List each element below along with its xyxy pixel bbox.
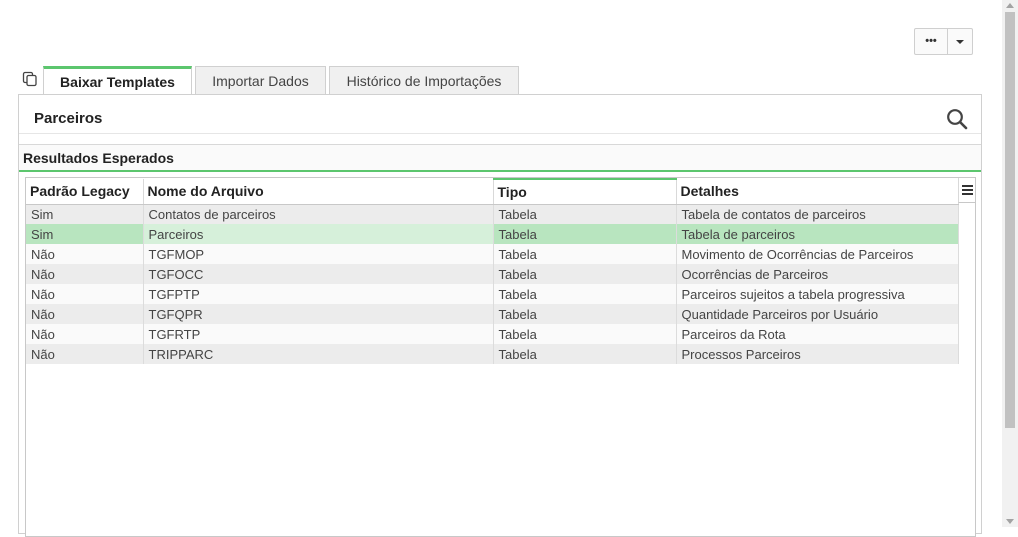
cell-nome-arquivo: TGFQPR [143,304,494,324]
table-row[interactable]: Não TGFRTP Tabela Parceiros da Rota [26,324,959,344]
cell-nome-arquivo: Parceiros [143,224,494,244]
cell-tipo: Tabela [493,344,677,364]
cell-tipo: Tabela [493,284,677,304]
cell-nome-arquivo: TGFOCC [143,264,494,284]
cell-padrao-legacy: Sim [26,224,144,244]
column-header-nome-arquivo[interactable]: Nome do Arquivo [143,179,494,205]
vertical-scrollbar[interactable] [1002,0,1018,527]
table-row[interactable]: Sim Contatos de parceiros Tabela Tabela … [26,204,959,224]
cell-tipo: Tabela [493,244,677,264]
cell-detalhes: Movimento de Ocorrências de Parceiros [676,244,959,264]
cell-tipo: Tabela [493,224,677,244]
table-row[interactable]: Não TGFPTP Tabela Parceiros sujeitos a t… [26,284,959,304]
section-header: Resultados Esperados [19,144,981,172]
cell-nome-arquivo: Contatos de parceiros [143,204,494,224]
tab-importar-dados[interactable]: Importar Dados [195,66,326,94]
table-row[interactable]: Não TGFMOP Tabela Movimento de Ocorrênci… [26,244,959,264]
scrollbar-thumb[interactable] [1005,12,1015,428]
section-title: Resultados Esperados [23,150,174,166]
table-row[interactable]: Não TGFQPR Tabela Quantidade Parceiros p… [26,304,959,324]
ellipsis-icon: ••• [925,35,937,47]
cell-detalhes: Parceiros sujeitos a tabela progressiva [676,284,959,304]
cell-detalhes: Quantidade Parceiros por Usuário [676,304,959,324]
cell-padrao-legacy: Não [26,264,144,284]
results-table: Padrão Legacy Nome do Arquivo Tipo Detal… [26,178,959,364]
cell-tipo: Tabela [493,264,677,284]
divider [19,133,981,134]
cell-padrao-legacy: Não [26,244,144,264]
cell-nome-arquivo: TGFPTP [143,284,494,304]
cell-detalhes: Ocorrências de Parceiros [676,264,959,284]
column-header-tipo[interactable]: Tipo [493,178,677,205]
tab-historico-importacoes[interactable]: Histórico de Importações [329,66,519,94]
cell-tipo: Tabela [493,304,677,324]
actions-button-group: ••• [914,28,973,55]
cell-detalhes: Processos Parceiros [676,344,959,364]
caret-down-icon [956,39,964,44]
cell-nome-arquivo: TGFMOP [143,244,494,264]
cell-nome-arquivo: TRIPPARC [143,344,494,364]
table-header-row: Padrão Legacy Nome do Arquivo Tipo Detal… [26,178,959,205]
column-header-detalhes[interactable]: Detalhes [676,179,959,205]
tab-baixar-templates[interactable]: Baixar Templates [43,66,192,95]
actions-dropdown-button[interactable] [947,29,972,54]
results-grid: Padrão Legacy Nome do Arquivo Tipo Detal… [25,177,976,537]
table-row[interactable]: Não TGFOCC Tabela Ocorrências de Parceir… [26,264,959,284]
cell-padrao-legacy: Não [26,284,144,304]
scroll-up-icon[interactable] [1006,3,1014,8]
search-icon[interactable] [946,108,968,130]
templates-panel: Parceiros Resultados Esperados Padrão Le… [18,94,982,537]
cell-padrao-legacy: Não [26,324,144,344]
panel-title: Parceiros [34,110,103,127]
more-options-button[interactable]: ••• [915,29,947,54]
scroll-down-icon[interactable] [1006,519,1014,524]
cell-tipo: Tabela [493,204,677,224]
column-header-padrao-legacy[interactable]: Padrão Legacy [26,179,144,205]
cell-padrao-legacy: Não [26,344,144,364]
column-menu-icon[interactable] [958,178,975,203]
cell-tipo: Tabela [493,324,677,344]
tab-bar: Baixar Templates Importar Dados Históric… [43,66,522,95]
cell-detalhes: Tabela de contatos de parceiros [676,204,959,224]
cell-detalhes: Tabela de parceiros [676,224,959,244]
cell-detalhes: Parceiros da Rota [676,324,959,344]
table-row[interactable]: Não TRIPPARC Tabela Processos Parceiros [26,344,959,364]
cell-nome-arquivo: TGFRTP [143,324,494,344]
table-row-selected[interactable]: Sim Parceiros Tabela Tabela de parceiros [26,224,959,244]
copy-icon[interactable] [22,71,38,87]
cell-padrao-legacy: Não [26,304,144,324]
cell-padrao-legacy: Sim [26,204,144,224]
